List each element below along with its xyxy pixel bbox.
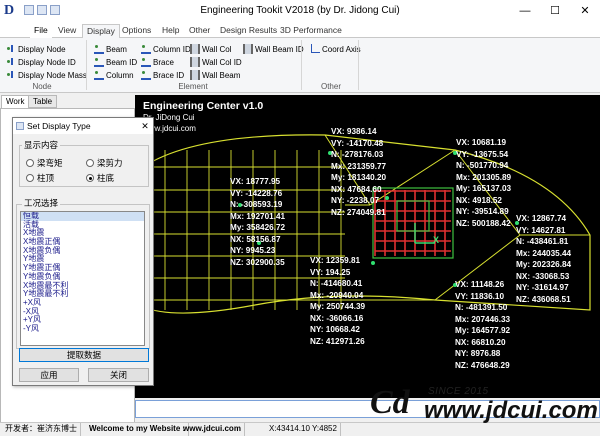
ribbon-panel: Display Node Display Node ID Display Nod… — [0, 38, 600, 93]
tab-table[interactable]: Table — [28, 95, 58, 108]
force-label-1: VX: 9386.14 VY: -14170.48 N: -278176.03 Mx:… — [331, 127, 387, 217]
watermark-mark: Cd — [370, 384, 410, 421]
ribbon-divider — [358, 40, 359, 90]
radio-beam-moment[interactable]: 梁弯矩 — [26, 157, 63, 169]
wall-col-icon — [190, 44, 200, 54]
radio-beam-shear[interactable]: 梁剪力 — [86, 157, 123, 169]
radio-dot-selected — [86, 174, 94, 182]
wall-col-id-icon — [190, 57, 200, 67]
other-group-label: Other — [320, 82, 341, 91]
title-bar: D Engineering Tookit V2018 (by Dr. Jidon… — [0, 0, 600, 22]
list-item[interactable]: -Y风 — [21, 324, 144, 334]
status-welcome: Welcome to my Website : — [86, 423, 190, 436]
coord-axis-icon — [310, 44, 320, 54]
display-node-id-button[interactable]: Display Node ID — [6, 55, 76, 69]
left-panel-tabs: Work Table — [0, 95, 135, 108]
dialog-close-button[interactable]: ✕ — [138, 118, 152, 134]
coord-axis-button[interactable]: Coord Axis — [310, 42, 361, 56]
status-coords: X:43414.10 Y:4852 — [266, 423, 341, 436]
force-label-2: VX: 10681.19 VY: -13675.54 N: -501770.94 Mx… — [456, 138, 512, 228]
model-canvas[interactable]: Engineering Center v1.0 Dr. JiDong Cui w… — [135, 95, 600, 398]
node-mass-icon — [6, 70, 16, 80]
node-id-icon — [6, 57, 16, 67]
wall-beam-id-button[interactable]: Wall Beam ID — [243, 42, 304, 56]
list-item[interactable]: 恒载 — [21, 212, 144, 221]
column-id-icon — [141, 44, 151, 54]
brace-id-icon — [141, 70, 151, 80]
radio-dot — [26, 159, 34, 167]
extract-data-button[interactable]: 提取数据 — [19, 348, 149, 362]
tab-options[interactable]: Options — [118, 24, 155, 38]
node-group-label: Node — [32, 82, 52, 91]
canvas-title: Engineering Center v1.0 — [143, 100, 264, 112]
radio-column-top[interactable]: 柱顶 — [26, 172, 54, 184]
beam-button[interactable]: Beam — [94, 42, 127, 56]
ribbon-divider — [301, 40, 302, 90]
ribbon-divider — [86, 40, 87, 90]
force-label-6: VX: 11148.26 VY: 11836.10 N: -481391.50 Mx:… — [455, 280, 511, 370]
tab-view[interactable]: View — [54, 24, 80, 38]
tab-design-results[interactable]: Design Results — [216, 24, 281, 38]
dialog-close-action-button[interactable]: 关闭 — [88, 368, 149, 382]
force-label-3: VX: 18777.95 VY: -14228.76 N: -308593.19 Mx… — [230, 177, 286, 267]
column-id-button[interactable]: Column ID — [141, 42, 191, 56]
apply-button[interactable]: 应用 — [19, 368, 79, 382]
display-node-mass-button[interactable]: Display Node Mass — [6, 68, 87, 82]
wall-col-id-button[interactable]: Wall Col ID — [190, 55, 242, 69]
tab-other[interactable]: Other — [185, 24, 214, 38]
axis-x-label: X — [433, 235, 440, 245]
watermark-url: www.jdcui.com — [424, 397, 598, 424]
force-label-4: VX: 12867.74 VY: 14627.81 N: -438461.81 Mx:… — [516, 214, 572, 304]
tab-3d-performance[interactable]: 3D Performance — [276, 24, 346, 38]
status-website-link[interactable]: www.jdcui.com — [180, 423, 245, 436]
close-button[interactable]: ✕ — [570, 0, 600, 22]
brace-button[interactable]: Brace — [141, 55, 174, 69]
dialog-app-icon — [16, 122, 24, 130]
maximize-button[interactable]: ☐ — [540, 0, 570, 22]
node-icon — [6, 44, 16, 54]
set-display-type-dialog: Set Display Type ✕ 显示内容 梁弯矩 梁剪力 柱顶 柱底 工况… — [12, 117, 154, 386]
column-icon — [94, 70, 104, 80]
watermark-since: SINCE 2015 — [428, 386, 489, 397]
column-button[interactable]: Column — [94, 68, 134, 82]
display-node-button[interactable]: Display Node — [6, 42, 66, 56]
wall-col-button[interactable]: Wall Col — [190, 42, 231, 56]
beam-icon — [94, 44, 104, 54]
beam-id-icon — [94, 57, 104, 67]
loadcase-legend: 工况选择 — [22, 198, 61, 208]
watermark-logo: Cd SINCE 2015 www.jdcui.com — [370, 383, 600, 428]
ribbon-tabs: File View Display Options Help Other Des… — [0, 22, 600, 39]
brace-icon — [141, 57, 151, 67]
list-item[interactable]: +Y风 — [21, 316, 144, 325]
list-item[interactable]: +X风 — [21, 298, 144, 308]
radio-dot — [26, 174, 34, 182]
radio-dot — [86, 159, 94, 167]
dialog-title: Set Display Type — [13, 118, 153, 134]
wall-beam-id-icon — [243, 44, 253, 54]
content-legend: 显示内容 — [22, 140, 61, 150]
minimize-button[interactable]: — — [510, 0, 540, 22]
tab-help[interactable]: Help — [158, 24, 183, 38]
node-marker — [371, 261, 375, 265]
wall-beam-button[interactable]: Wall Beam — [190, 68, 240, 82]
tab-work[interactable]: Work — [1, 95, 30, 108]
brace-id-button[interactable]: Brace ID — [141, 68, 184, 82]
radio-column-bottom[interactable]: 柱底 — [86, 172, 114, 184]
force-label-5: VX: 12359.81 VY: 194.25 N: -414680.41 Mx: -… — [310, 256, 366, 346]
tab-file[interactable]: File — [30, 24, 52, 38]
loadcase-list[interactable]: 恒载 活载 X地震 X地震正偶 X地震负偶 Y地震 Y地震正偶 Y地震负偶 X地… — [20, 211, 145, 346]
element-group-label: Element — [178, 82, 208, 91]
beam-id-button[interactable]: Beam ID — [94, 55, 137, 69]
wall-beam-icon — [190, 70, 200, 80]
tab-display[interactable]: Display — [82, 24, 120, 39]
status-developer: 开发者：崔济东博士 — [2, 423, 81, 436]
